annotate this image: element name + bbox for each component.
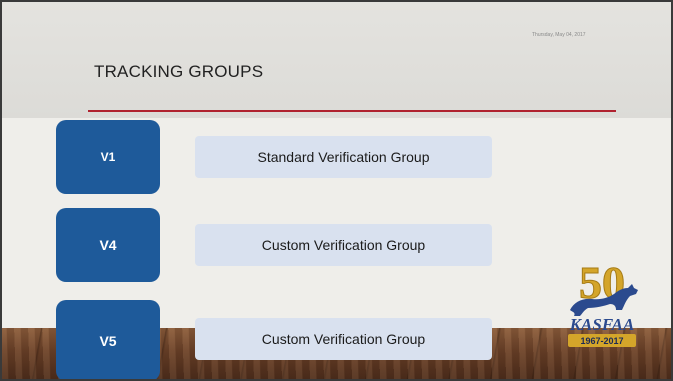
group-code-v1: V1 (56, 120, 160, 194)
header-band (2, 2, 671, 118)
kasfaa-50th-anniversary-logo: 50 KASFAA 1967-2017 (568, 257, 638, 347)
logo-name: KASFAA (569, 315, 635, 334)
slide-title: TRACKING GROUPS (94, 62, 264, 81)
logo-years: 1967-2017 (580, 336, 623, 346)
group-label-v4: Custom Verification Group (195, 224, 492, 266)
group-code-v4: V4 (56, 208, 160, 282)
group-code-v5: V5 (56, 300, 160, 379)
group-label-v1: Standard Verification Group (195, 136, 492, 178)
group-label-v5: Custom Verification Group (195, 318, 492, 360)
slide-date: Thursday, May 04, 2017 (532, 32, 586, 38)
slide: Thursday, May 04, 2017 TRACKING GROUPS V… (0, 0, 673, 381)
title-underline (88, 110, 616, 112)
